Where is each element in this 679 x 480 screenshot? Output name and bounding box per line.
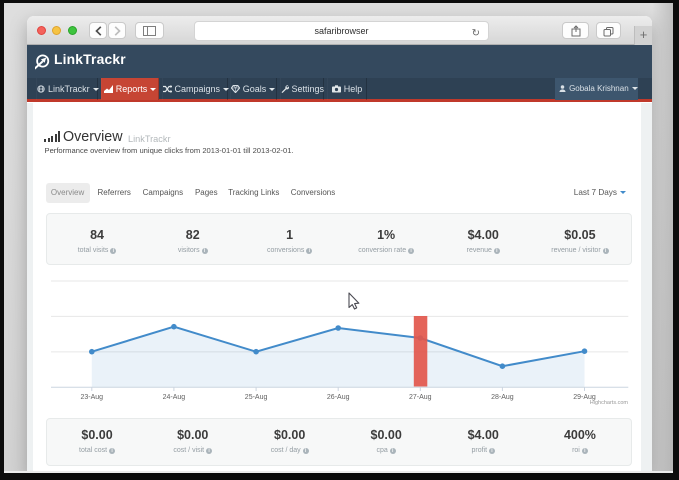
svg-text:26-Aug: 26-Aug [327, 394, 350, 401]
svg-text:23-Aug: 23-Aug [81, 394, 104, 401]
svg-text:Highcharts.com: Highcharts.com [590, 400, 629, 406]
svg-text:24-Aug: 24-Aug [163, 394, 186, 401]
svg-text:28-Aug: 28-Aug [491, 394, 514, 401]
svg-text:27-Aug: 27-Aug [409, 394, 432, 401]
svg-text:25-Aug: 25-Aug [245, 394, 268, 401]
